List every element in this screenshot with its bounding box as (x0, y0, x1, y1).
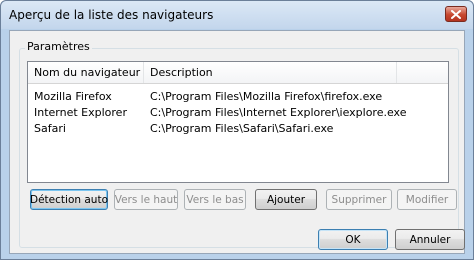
column-header-empty[interactable] (397, 62, 448, 83)
dialog-window: Aperçu de la liste des navigateurs Param… (0, 0, 474, 260)
window-title: Aperçu de la liste des navigateurs (9, 8, 214, 22)
modify-button[interactable]: Modifier (397, 189, 457, 210)
browser-path: C:\Program Files\Mozilla Firefox\firefox… (150, 90, 383, 103)
browser-list[interactable]: Nom du navigateur Description Mozilla Fi… (27, 61, 449, 183)
move-down-button[interactable]: Vers le bas (184, 189, 246, 210)
cancel-button[interactable]: Annuler (395, 229, 465, 250)
column-header-description[interactable]: Description (144, 62, 397, 83)
list-item[interactable]: Safari C:\Program Files\Safari\Safari.ex… (28, 121, 448, 137)
title-bar[interactable]: Aperçu de la liste des navigateurs (1, 1, 473, 29)
add-button[interactable]: Ajouter (255, 189, 317, 210)
browser-name: Mozilla Firefox (34, 90, 112, 103)
close-button[interactable] (445, 6, 467, 22)
move-up-button[interactable]: Vers le haut (114, 189, 178, 210)
browser-path: C:\Program Files\Internet Explorer\iexpl… (150, 106, 407, 119)
list-item[interactable]: Mozilla Firefox C:\Program Files\Mozilla… (28, 89, 448, 105)
browser-name: Safari (34, 122, 66, 135)
close-icon (451, 9, 461, 19)
settings-group-label: Paramètres (25, 40, 92, 53)
list-item[interactable]: Internet Explorer C:\Program Files\Inter… (28, 105, 448, 121)
browser-path: C:\Program Files\Safari\Safari.exe (150, 122, 334, 135)
ok-button[interactable]: OK (318, 229, 388, 250)
dialog-client-area: Paramètres Nom du navigateur Description… (9, 30, 465, 254)
list-header: Nom du navigateur Description (28, 62, 448, 84)
browser-name: Internet Explorer (34, 106, 127, 119)
auto-detect-button[interactable]: Détection auto (30, 189, 108, 210)
column-header-name[interactable]: Nom du navigateur (28, 62, 144, 83)
delete-button[interactable]: Supprimer (326, 189, 392, 210)
